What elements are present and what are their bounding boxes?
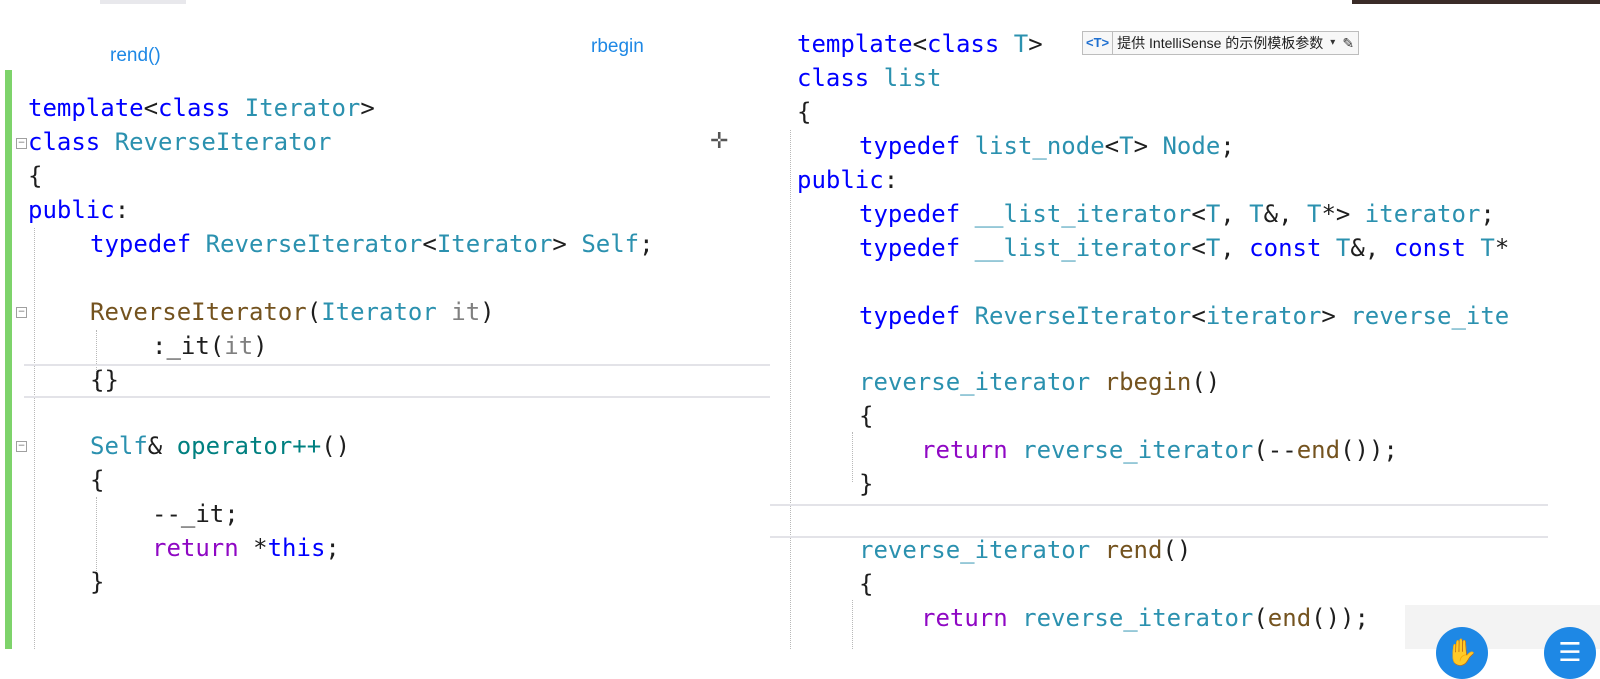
left-code-pane: rend() rbegin − − − template<class Itera… xyxy=(0,0,770,649)
code-line[interactable]: class list xyxy=(797,61,942,95)
change-indicator-bar xyxy=(5,70,12,649)
code-line[interactable]: typedef __list_iterator<T, const T&, con… xyxy=(859,231,1509,265)
code-line[interactable]: {} xyxy=(90,363,119,397)
line-highlight-bottom xyxy=(24,396,770,398)
code-line[interactable]: } xyxy=(859,467,873,501)
code-line[interactable]: public: xyxy=(797,163,898,197)
code-line[interactable]: typedef __list_iterator<T, T&, T*> itera… xyxy=(859,197,1495,231)
template-param-tag: <T> xyxy=(1083,32,1114,54)
fold-toggle-operator[interactable]: − xyxy=(16,441,27,452)
indent-guide xyxy=(852,432,853,482)
code-line[interactable]: class ReverseIterator xyxy=(28,125,331,159)
code-line[interactable]: --_it; xyxy=(152,497,239,531)
annotation-rbegin: rbegin xyxy=(591,36,644,57)
line-highlight-top xyxy=(24,364,770,366)
raise-hand-icon[interactable]: ✋ xyxy=(1436,627,1488,679)
fold-toggle-class[interactable]: − xyxy=(16,138,27,149)
code-line[interactable]: typedef list_node<T> Node; xyxy=(859,129,1235,163)
code-line[interactable]: template<class T> xyxy=(797,27,1043,61)
code-line[interactable]: { xyxy=(797,95,811,129)
intellisense-template-bar[interactable]: <T> 提供 IntelliSense 的示例模板参数 ▾ ✎ xyxy=(1082,31,1360,55)
code-line[interactable]: typedef ReverseIterator<Iterator> Self; xyxy=(90,227,654,261)
code-line[interactable]: return reverse_iterator(--end()); xyxy=(921,433,1398,467)
chevron-down-icon[interactable]: ▾ xyxy=(1327,32,1338,54)
code-line[interactable]: return *this; xyxy=(152,531,340,565)
crosshair-cursor-icon: ✛ xyxy=(710,129,729,154)
code-line[interactable]: { xyxy=(859,567,873,601)
code-line[interactable]: reverse_iterator rend() xyxy=(859,533,1191,567)
right-code-pane: template<class T> class list { typedef l… xyxy=(770,0,1600,649)
indent-guide xyxy=(34,228,35,649)
code-line[interactable]: { xyxy=(90,463,104,497)
code-line[interactable]: Self& operator++() xyxy=(90,429,350,463)
fold-toggle-ctor[interactable]: − xyxy=(16,307,27,318)
code-line[interactable]: { xyxy=(28,159,42,193)
code-line[interactable]: } xyxy=(90,565,104,599)
chat-icon[interactable]: ☰ xyxy=(1544,627,1596,679)
code-line[interactable]: reverse_iterator rbegin() xyxy=(859,365,1220,399)
code-line[interactable]: template<class Iterator> xyxy=(28,91,375,125)
intellisense-label: 提供 IntelliSense 的示例模板参数 xyxy=(1117,35,1324,51)
code-line[interactable]: { xyxy=(859,399,873,433)
indent-guide xyxy=(790,130,791,649)
code-line[interactable]: public: xyxy=(28,193,129,227)
annotation-rend: rend() xyxy=(110,45,161,66)
edit-icon[interactable]: ✎ xyxy=(1338,32,1358,54)
code-line[interactable]: ReverseIterator(Iterator it) xyxy=(90,295,495,329)
indent-guide xyxy=(852,600,853,649)
code-line[interactable]: :_it(it) xyxy=(152,329,268,363)
code-line[interactable]: return reverse_iterator(end()); xyxy=(921,601,1369,635)
code-line[interactable]: typedef ReverseIterator<iterator> revers… xyxy=(859,299,1509,333)
line-highlight-top xyxy=(770,504,1548,506)
